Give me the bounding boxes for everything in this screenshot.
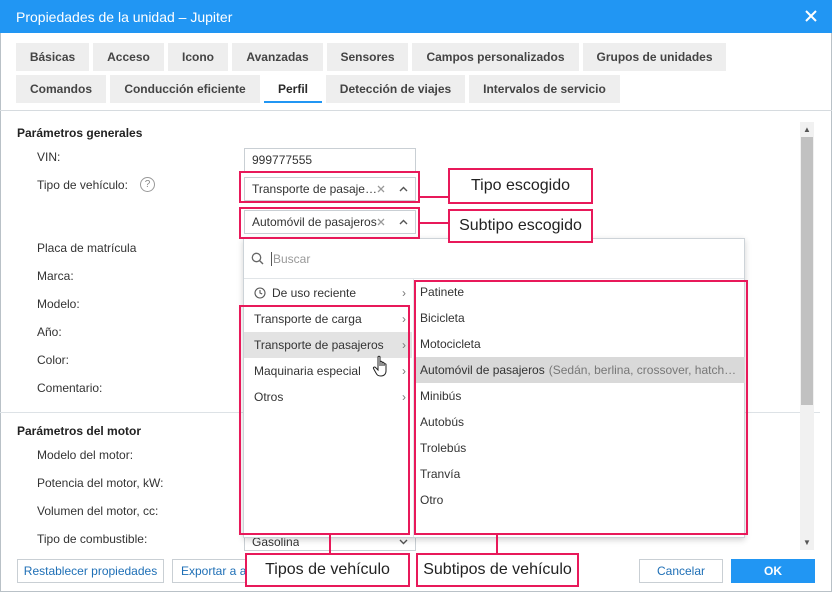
callout-connectors: [329, 196, 498, 553]
callout-subtipos-vehiculo: Subtipos de vehículo: [416, 553, 579, 587]
callout-subtipo-escogido: Subtipo escogido: [448, 209, 593, 243]
callout-tipos-vehiculo: Tipos de vehículo: [245, 553, 410, 587]
callout-tipo-escogido: Tipo escogido: [448, 168, 593, 204]
cancel-button[interactable]: Cancelar: [639, 559, 723, 583]
reset-properties-button[interactable]: Restablecer propiedades: [17, 559, 164, 583]
ok-button[interactable]: OK: [731, 559, 815, 583]
